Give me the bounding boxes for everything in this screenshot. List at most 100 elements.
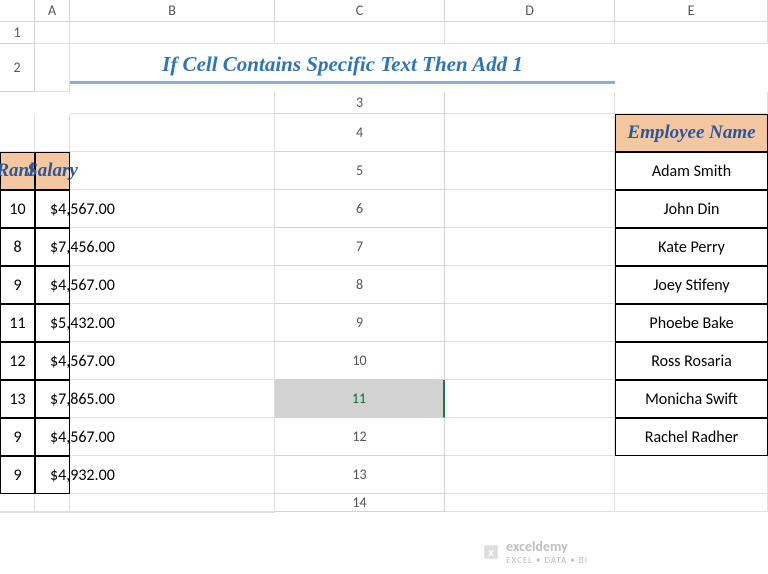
rank-cell[interactable]: 8	[0, 228, 35, 266]
currency-symbol: $	[50, 428, 58, 447]
cell[interactable]	[445, 494, 615, 512]
cell[interactable]	[70, 114, 275, 152]
salary-cell[interactable]: $5,432.00	[35, 304, 70, 342]
employee-name-cell[interactable]: Ross Rosaria	[615, 342, 768, 380]
table-header-name: Employee Name	[615, 114, 768, 152]
cell[interactable]	[445, 342, 615, 380]
cell[interactable]	[445, 304, 615, 342]
row-header[interactable]: 14	[275, 494, 445, 512]
svg-text:X: X	[489, 548, 494, 559]
currency-symbol: $	[50, 314, 58, 333]
column-header[interactable]: B	[70, 0, 275, 22]
cell[interactable]	[445, 22, 615, 44]
employee-name-cell[interactable]: Joey Stifeny	[615, 266, 768, 304]
row-header[interactable]: 6	[275, 190, 445, 228]
row-header[interactable]: 7	[275, 228, 445, 266]
row-header[interactable]: 1	[0, 22, 35, 44]
employee-name-cell[interactable]: Monicha Swift	[615, 380, 768, 418]
currency-symbol: $	[50, 200, 58, 219]
cell[interactable]	[35, 114, 70, 152]
salary-cell[interactable]: $4,567.00	[35, 190, 70, 228]
cell[interactable]	[0, 494, 35, 512]
row-header[interactable]: 3	[275, 92, 445, 114]
cell[interactable]	[445, 228, 615, 266]
row-header[interactable]: 12	[275, 418, 445, 456]
rank-cell[interactable]: 12	[0, 342, 35, 380]
cell[interactable]	[445, 418, 615, 456]
table-header-salary: Salary	[35, 152, 70, 190]
currency-symbol: $	[50, 352, 58, 371]
employee-name-cell[interactable]: John Din	[615, 190, 768, 228]
salary-cell[interactable]: $7,456.00	[35, 228, 70, 266]
row-header[interactable]: 11	[275, 380, 445, 418]
cell[interactable]	[445, 380, 615, 418]
cell[interactable]	[70, 418, 275, 456]
cell[interactable]	[35, 44, 70, 92]
salary-cell[interactable]: $7,865.00	[35, 380, 70, 418]
cell[interactable]	[615, 92, 768, 114]
salary-cell[interactable]: $4,567.00	[35, 266, 70, 304]
cell[interactable]	[615, 22, 768, 44]
employee-name-cell[interactable]: Phoebe Bake	[615, 304, 768, 342]
cell[interactable]	[35, 22, 70, 44]
row-header[interactable]: 5	[275, 152, 445, 190]
row-header[interactable]: 2	[0, 44, 35, 92]
column-header[interactable]: C	[275, 0, 445, 22]
cell[interactable]	[35, 494, 70, 512]
cell[interactable]	[445, 92, 615, 114]
salary-cell[interactable]: $4,567.00	[35, 418, 70, 456]
employee-name-cell[interactable]: Rachel Radher	[615, 418, 768, 456]
rank-cell[interactable]: 9	[0, 266, 35, 304]
rank-cell[interactable]: 9	[0, 456, 35, 494]
cell[interactable]	[70, 494, 275, 512]
rank-cell[interactable]: 10	[0, 190, 35, 228]
watermark: X exceldemy EXCEL • DATA • BI	[482, 538, 588, 566]
watermark-brand: exceldemy	[506, 538, 588, 555]
cell[interactable]	[0, 114, 35, 152]
cell[interactable]	[70, 304, 275, 342]
cell[interactable]	[445, 266, 615, 304]
column-header[interactable]: E	[615, 0, 768, 22]
salary-cell[interactable]: $4,567.00	[35, 342, 70, 380]
cell[interactable]	[0, 512, 35, 513]
cell[interactable]	[70, 512, 275, 513]
cell[interactable]	[70, 228, 275, 266]
currency-symbol: $	[50, 466, 58, 485]
watermark-tagline: EXCEL • DATA • BI	[506, 555, 588, 566]
excel-icon: X	[482, 543, 500, 561]
cell[interactable]	[70, 92, 275, 114]
salary-cell[interactable]: $4,932.00	[35, 456, 70, 494]
rank-cell[interactable]: 11	[0, 304, 35, 342]
rank-cell[interactable]: 13	[0, 380, 35, 418]
cell[interactable]	[615, 494, 768, 512]
column-header[interactable]: A	[35, 0, 70, 22]
cell[interactable]	[445, 114, 615, 152]
cell[interactable]	[70, 152, 275, 190]
cell[interactable]	[70, 190, 275, 228]
rank-cell[interactable]: 9	[0, 418, 35, 456]
row-header[interactable]: 13	[275, 456, 445, 494]
page-title: If Cell Contains Specific Text Then Add …	[70, 52, 615, 84]
select-all-cell[interactable]	[0, 0, 35, 22]
currency-symbol: $	[50, 276, 58, 295]
row-header[interactable]: 10	[275, 342, 445, 380]
cell[interactable]	[275, 22, 445, 44]
currency-symbol: $	[50, 238, 58, 257]
row-header[interactable]: 9	[275, 304, 445, 342]
employee-name-cell[interactable]: Adam Smith	[615, 152, 768, 190]
employee-name-cell[interactable]: Kate Perry	[615, 228, 768, 266]
cell[interactable]	[445, 152, 615, 190]
cell[interactable]	[35, 512, 70, 513]
cell[interactable]	[615, 456, 768, 494]
row-header[interactable]: 4	[275, 114, 445, 152]
cell[interactable]	[445, 190, 615, 228]
cell[interactable]	[70, 456, 275, 494]
cell[interactable]	[70, 22, 275, 44]
cell[interactable]	[70, 266, 275, 304]
row-header[interactable]: 8	[275, 266, 445, 304]
cell[interactable]	[70, 380, 275, 418]
currency-symbol: $	[50, 390, 58, 409]
cell[interactable]	[445, 456, 615, 494]
cell[interactable]	[70, 342, 275, 380]
column-header[interactable]: D	[445, 0, 615, 22]
